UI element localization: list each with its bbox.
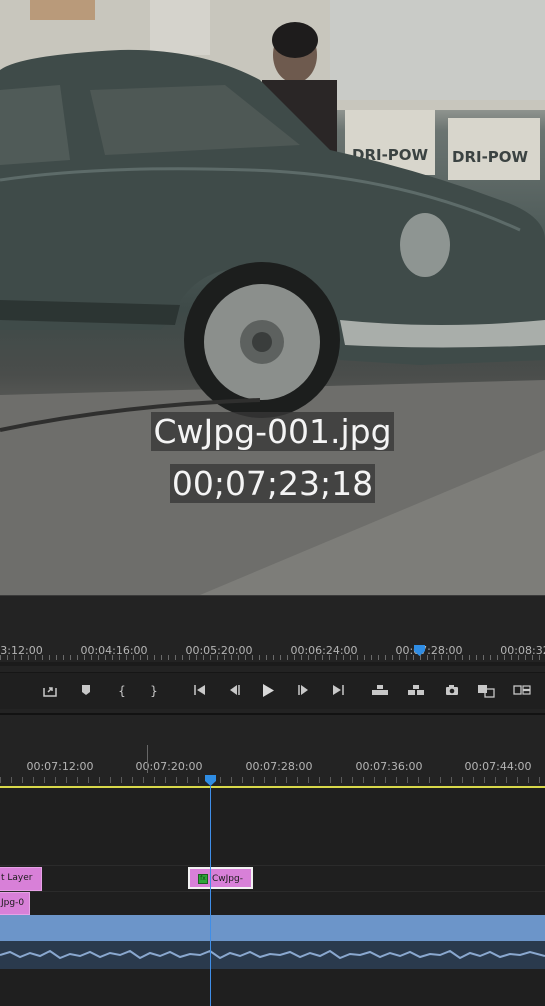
go-to-in-icon[interactable] xyxy=(188,679,212,703)
timeline-tick-label: 00:07:20:00 xyxy=(135,760,203,773)
work-area-bar[interactable] xyxy=(0,786,545,788)
burnin-timecode: 00;07;23;18 xyxy=(169,464,376,503)
timeline-playhead-line xyxy=(210,786,211,1006)
camera-icon[interactable] xyxy=(440,679,464,703)
extract-icon[interactable] xyxy=(404,679,428,703)
go-to-out-icon[interactable] xyxy=(326,679,350,703)
step-forward-icon[interactable] xyxy=(292,679,316,703)
mini-timeline-zoom-bar[interactable] xyxy=(0,662,545,666)
burnin-filename: CwJpg-001.jpg xyxy=(151,412,394,451)
audio-clip[interactable] xyxy=(0,915,545,941)
step-back-icon[interactable] xyxy=(222,679,246,703)
timeline-tick-label: 00:07:36:00 xyxy=(355,760,423,773)
jpg-clip[interactable]: Jpg-0 xyxy=(0,892,30,915)
timeline-panel: 00:07:12:00 00:07:20:00 00:07:28:00 00:0… xyxy=(0,713,545,1006)
timeline-tick-label: 00:07:28:00 xyxy=(245,760,313,773)
play-button[interactable] xyxy=(256,679,280,703)
monitor-control-panel: 03:12:00 00:04:16:00 00:05:20:00 00:06:2… xyxy=(0,595,545,714)
adjustment-layer-clip[interactable]: t Layer xyxy=(0,867,42,891)
mark-out-icon[interactable]: } xyxy=(142,679,166,703)
lift-icon[interactable] xyxy=(368,679,392,703)
add-marker-icon[interactable] xyxy=(74,679,98,703)
svg-text:DRI-POW: DRI-POW xyxy=(452,148,529,166)
clip-label: CwJpg- xyxy=(212,874,243,884)
mark-in-icon[interactable]: { xyxy=(110,679,134,703)
timeline-ticks xyxy=(0,777,545,783)
transport-controls: { } xyxy=(0,672,545,709)
mini-timeline-ticks xyxy=(0,655,545,660)
timeline-tick-label: 00:07:12:00 xyxy=(26,760,94,773)
track-divider xyxy=(0,865,545,866)
audio-waveform xyxy=(0,949,545,960)
export-frame-icon[interactable] xyxy=(38,679,62,703)
multicam-icon[interactable] xyxy=(510,679,534,703)
clip-label: Jpg-0 xyxy=(1,898,25,908)
compare-view-icon[interactable] xyxy=(474,679,498,703)
track-divider xyxy=(0,891,545,892)
audio-waveform-clip[interactable] xyxy=(0,941,545,969)
program-monitor-viewer: DRI-POW DRI-POW CwJpg-001.jpg 00;07;23;1… xyxy=(0,0,545,595)
timeline-tick-label: 00:07:44:00 xyxy=(464,760,532,773)
selected-jpg-clip[interactable]: fx CwJpg- xyxy=(188,867,253,889)
clip-label: t Layer xyxy=(1,873,33,883)
fx-badge: fx xyxy=(198,873,208,884)
timeline-marker-line xyxy=(147,745,148,773)
